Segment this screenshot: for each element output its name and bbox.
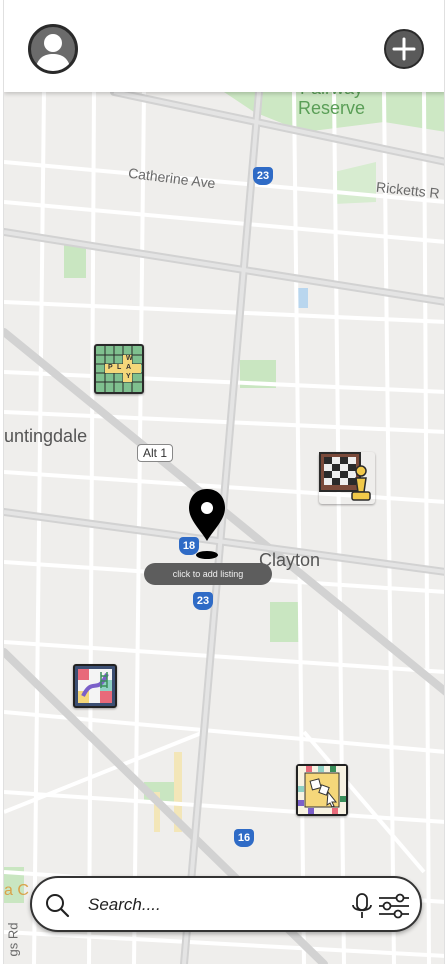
route-shield-16: 16 xyxy=(234,829,254,847)
location-pin-icon xyxy=(189,489,225,559)
bottom-left-label: a C xyxy=(4,882,29,899)
chess-board-icon xyxy=(319,452,371,501)
search-bar xyxy=(30,876,422,932)
filter-sliders-icon[interactable] xyxy=(378,892,410,920)
location-pin[interactable] xyxy=(187,489,227,561)
user-avatar-icon xyxy=(35,34,71,71)
monopoly-marker[interactable] xyxy=(296,764,348,816)
route-shield-23-top: 23 xyxy=(253,167,273,185)
search-icon[interactable] xyxy=(44,892,70,918)
snakes-ladders-marker[interactable] xyxy=(73,664,117,708)
plus-circle-icon xyxy=(392,37,416,61)
snakes-ladders-icon xyxy=(78,669,112,703)
top-bar xyxy=(4,0,444,92)
route-shield-23-mid: 23 xyxy=(193,592,213,610)
street-label-gs-rd: gs Rd xyxy=(5,922,21,957)
app-frame: Fairway Reserve Catherine Ave Ricketts R… xyxy=(3,0,445,964)
tile-a: A xyxy=(126,364,132,371)
word-game-marker[interactable]: W P L A Y xyxy=(94,344,144,394)
tile-y: Y xyxy=(126,373,131,380)
suburb-label-huntingdale: untingdale xyxy=(4,426,88,446)
chess-marker[interactable] xyxy=(319,452,375,504)
board-game-icon xyxy=(298,766,346,814)
tile-p: P xyxy=(108,364,113,371)
search-input[interactable] xyxy=(88,890,318,920)
add-listing-tooltip[interactable]: click to add listing xyxy=(144,563,272,585)
microphone-icon[interactable] xyxy=(350,892,374,920)
profile-button[interactable] xyxy=(28,24,78,74)
tile-l: L xyxy=(117,364,122,371)
tile-w: W xyxy=(126,355,133,362)
route-shield-alt1: Alt 1 xyxy=(137,444,174,462)
add-listing-button[interactable] xyxy=(384,29,424,69)
